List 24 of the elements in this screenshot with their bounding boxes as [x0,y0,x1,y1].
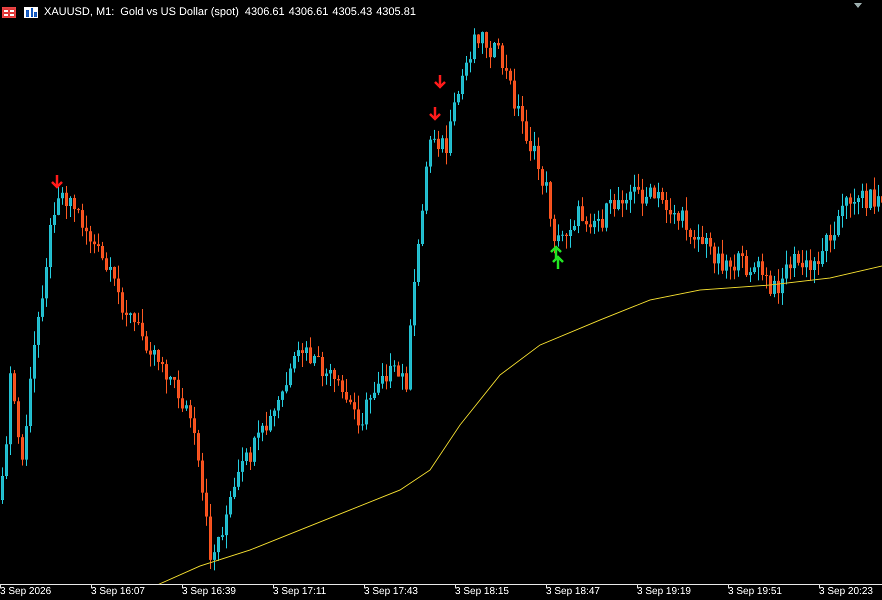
down-arrow-icon [434,74,446,89]
time-label: 3 Sep 19:51 [728,586,782,597]
caret-icon[interactable] [854,3,862,8]
symbol-label: XAUUSD, M1: [44,5,114,20]
down-arrow-icon [428,106,442,121]
time-label: 3 Sep 20:23 [819,586,873,597]
price-quote: 4305.81 [376,5,416,20]
time-label: 3 Sep 17:11 [273,586,326,597]
price-quote: 4305.43 [332,5,372,20]
price-quote: 4306.61 [244,5,285,20]
symbol-description: Gold vs US Dollar (spot) [120,5,239,20]
down-arrow-icon [50,174,64,189]
time-label: 3 Sep 17:43 [364,586,418,597]
time-label: 3 Sep 16:07 [91,586,145,597]
time-label: 3 Sep 2026 [0,586,52,597]
price-quote: 4306.61 [288,5,328,20]
table-icon[interactable] [2,6,16,18]
time-label: 3 Sep 18:47 [546,586,600,597]
up-arrow-icon [550,245,562,260]
time-label: 3 Sep 19:19 [637,586,691,597]
time-label: 3 Sep 16:39 [182,586,236,597]
time-label: 3 Sep 18:15 [455,586,509,597]
up-arrow-icon [552,255,564,270]
chart-icon[interactable] [24,6,38,18]
